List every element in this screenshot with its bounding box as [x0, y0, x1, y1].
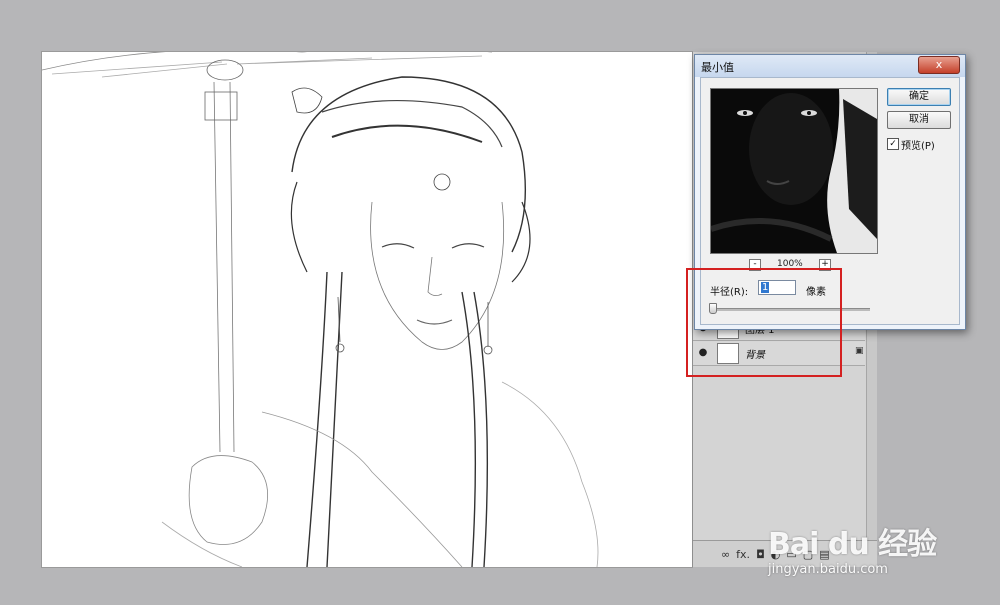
filter-preview[interactable] [710, 88, 878, 254]
dialog-titlebar[interactable]: 最小值 x [695, 55, 965, 77]
dialog-title: 最小值 [701, 61, 734, 74]
cancel-button[interactable]: 取消 [887, 111, 951, 129]
mask-icon[interactable]: ◘ [756, 548, 765, 561]
annotation-highlight-box [686, 268, 842, 377]
close-button[interactable]: x [918, 56, 960, 74]
watermark-brand: Bai du 经验 [768, 527, 937, 562]
watermark-url: jingyan.baidu.com [768, 562, 888, 577]
baidu-jingyan-watermark: Bai du 经验 jingyan.baidu.com [768, 505, 958, 585]
preview-checkbox[interactable]: ✓ [887, 138, 899, 150]
link-layers-icon[interactable]: ∞ [721, 548, 730, 561]
ok-button[interactable]: 确定 [887, 88, 951, 106]
document-canvas[interactable] [42, 52, 692, 567]
preview-image [711, 89, 877, 253]
lock-icon: ▣ [855, 346, 864, 356]
layer-style-fx-icon[interactable]: fx. [736, 548, 750, 561]
sketch-image [42, 52, 599, 567]
preview-checkbox-label: 预览(P) [901, 141, 935, 152]
